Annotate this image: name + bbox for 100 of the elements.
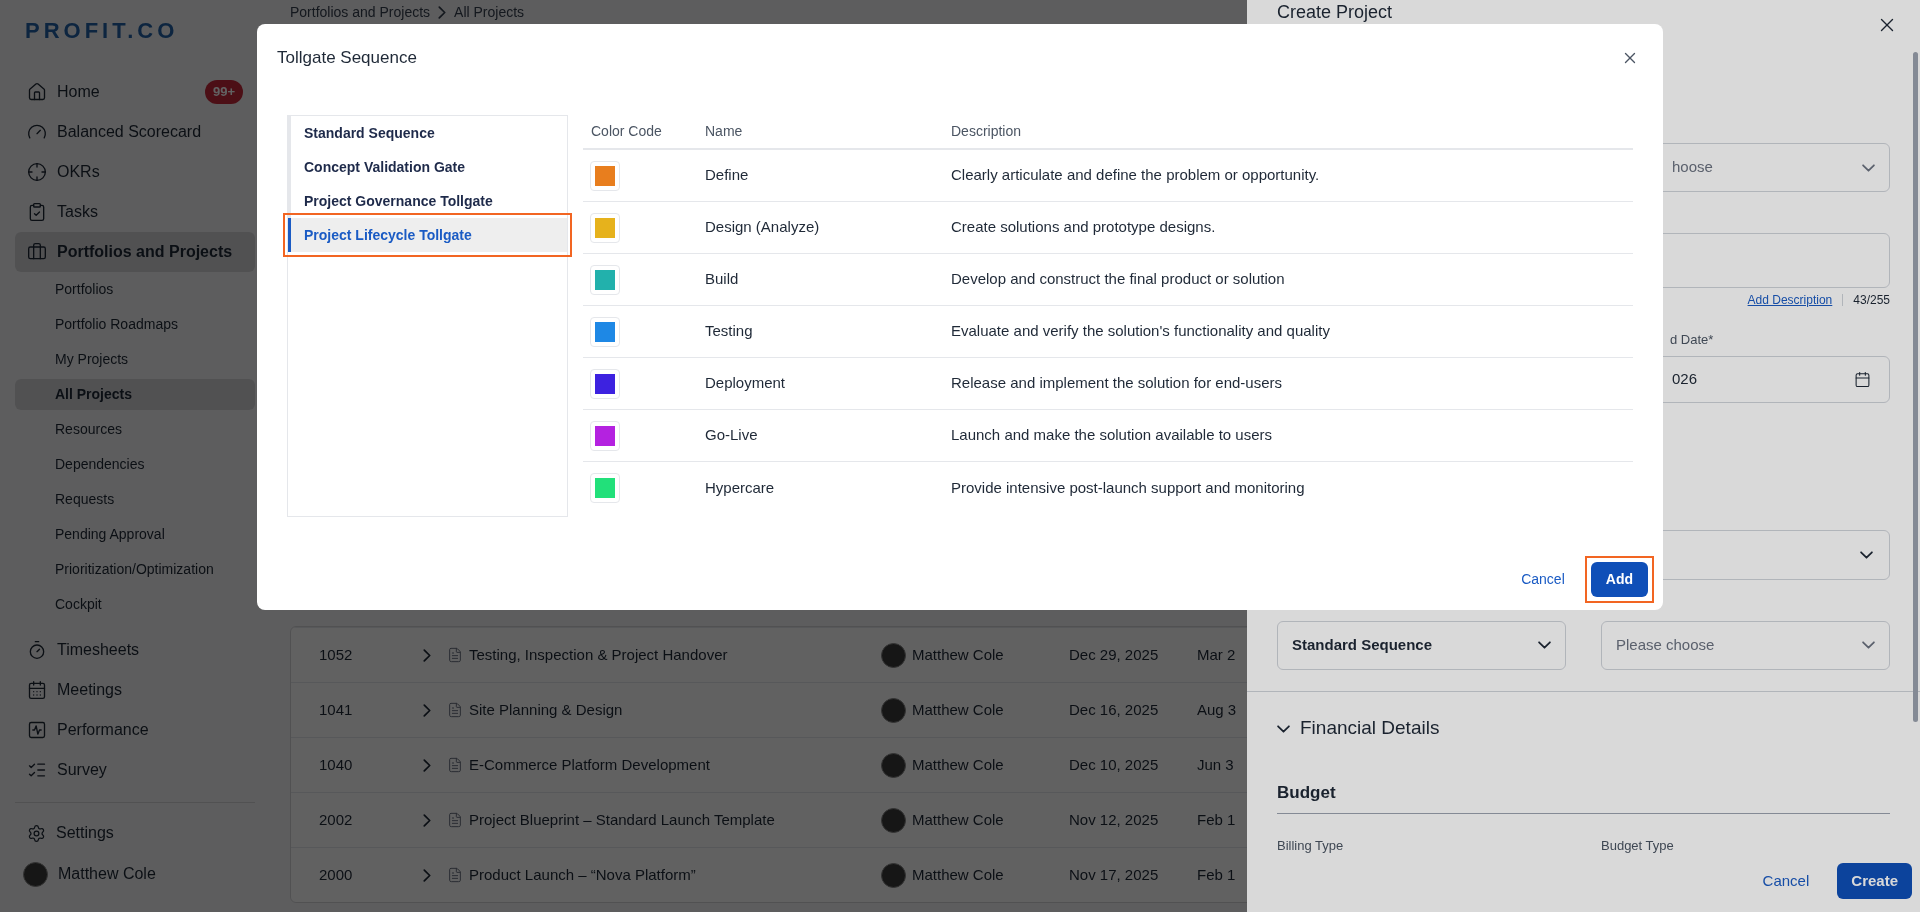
chevron-down-icon	[1538, 641, 1551, 649]
table-cell-text: Feb 1	[1197, 864, 1236, 885]
table-cell-text: Feb 1	[1197, 809, 1236, 830]
avatar	[881, 807, 906, 833]
table-cell-text: 2002	[318, 809, 354, 830]
nav-subitem[interactable]: My Projects	[15, 344, 255, 375]
avatar	[881, 752, 906, 778]
sequence-select[interactable]: Standard Sequence	[1277, 620, 1566, 670]
nav-subitem[interactable]: Prioritization/Optimization	[15, 554, 255, 585]
count-badge: 99+	[204, 80, 243, 104]
table-cell-text: Design (Analyze)	[705, 217, 821, 238]
document-icon	[447, 812, 463, 828]
nav-label: Balanced Scorecard	[57, 122, 202, 142]
column-header: Color Code	[590, 122, 663, 141]
table-cell-text: Develop and construct the final product or solution	[951, 269, 1285, 290]
table-cell-text: Nov 12, 2025	[1069, 809, 1160, 830]
table-cell-text: 1052	[318, 644, 354, 665]
sequence-item[interactable]: Concept Validation Gate	[288, 150, 567, 184]
project-name[interactable]: E-Commerce Platform Development	[469, 753, 710, 777]
chevron-down-icon	[1862, 641, 1875, 649]
add-button[interactable]: Add	[1590, 562, 1648, 597]
sequence-item[interactable]: Standard Sequence	[288, 116, 567, 150]
create-button[interactable]: Create	[1837, 863, 1912, 899]
table-cell-text: Dec 16, 2025	[1069, 699, 1160, 720]
table-cell-text: Matthew Cole	[912, 864, 1004, 885]
nav-item[interactable]: Performance	[15, 710, 255, 750]
table-cell-text: Go-Live	[705, 425, 759, 446]
nav-label: Performance	[57, 720, 149, 740]
table-cell-text: Jun 3	[1197, 754, 1234, 775]
nav-subitem[interactable]: All Projects	[15, 379, 255, 410]
field-label: Budget Type	[1601, 837, 1675, 855]
table-cell-text: Define	[705, 165, 750, 186]
dialog-title: Tollgate Sequence	[277, 47, 417, 70]
nav-label: Settings	[56, 823, 114, 843]
table-cell-text: Clearly articulate and define the problem or opportunity.	[951, 165, 1320, 186]
settings-item[interactable]: Settings	[15, 813, 255, 853]
expand-icon[interactable]	[423, 868, 431, 882]
nav-item[interactable]: Meetings	[15, 670, 255, 710]
table-cell-text: 1041	[318, 699, 354, 720]
table-cell-text: Matthew Cole	[912, 644, 1004, 665]
table-cell-text: Dec 29, 2025	[1069, 644, 1160, 665]
nav-label: Meetings	[57, 680, 122, 700]
project-name[interactable]: Product Launch – “Nova Platform”	[469, 863, 696, 887]
table-cell-text: Matthew Cole	[912, 809, 1004, 830]
table-cell-text: Mar 2	[1197, 644, 1236, 665]
nav-subitem[interactable]: Cockpit	[15, 589, 255, 620]
chevron-down-icon	[1860, 550, 1873, 559]
table-cell-text: Provide intensive post-launch support and monitoring	[951, 477, 1305, 498]
logo: PROFIT.CO	[25, 16, 179, 45]
nav-label: Home	[57, 82, 100, 102]
crosshair-icon	[27, 162, 47, 182]
add-description-link[interactable]: Add Description	[1747, 291, 1833, 309]
avatar	[881, 862, 906, 888]
nav-item[interactable]: Timesheets	[15, 630, 255, 670]
avatar	[881, 642, 906, 668]
project-name[interactable]: Testing, Inspection & Project Handover	[469, 643, 728, 667]
chart-icon	[27, 720, 47, 740]
breadcrumb-link[interactable]: Portfolios and Projects	[290, 1, 431, 23]
document-icon	[447, 867, 463, 883]
section-header[interactable]: Financial Details	[1277, 713, 1890, 744]
column-header: Description	[951, 122, 1022, 141]
briefcase-icon	[27, 242, 47, 262]
table-cell-text: Hypercare	[705, 477, 776, 498]
table-cell-text: Deployment	[705, 373, 787, 394]
column-header: Name	[705, 122, 744, 141]
expand-icon[interactable]	[423, 813, 431, 827]
table-cell-text: Matthew Cole	[912, 754, 1004, 775]
expand-icon[interactable]	[423, 758, 431, 772]
nav-subitem[interactable]: Pending Approval	[15, 519, 255, 550]
nav-subitem[interactable]: Dependencies	[15, 449, 255, 480]
nav-subitem[interactable]: Resources	[15, 414, 255, 445]
nav-item[interactable]: OKRs	[15, 152, 255, 192]
nav-item[interactable]: Tasks	[15, 192, 255, 232]
settings-icon	[27, 823, 46, 843]
nav-subitem[interactable]: Portfolio Roadmaps	[15, 309, 255, 340]
nav-item[interactable]: Survey	[15, 750, 255, 790]
document-icon	[447, 702, 463, 718]
expand-icon[interactable]	[423, 703, 431, 717]
table-cell-text: 1040	[318, 754, 354, 775]
nav-subitem[interactable]: Requests	[15, 484, 255, 515]
breadcrumb-current: All Projects	[454, 2, 525, 22]
project-name[interactable]: Project Blueprint – Standard Launch Template	[469, 808, 775, 832]
cancel-link[interactable]: Cancel	[1762, 869, 1810, 893]
expand-icon[interactable]	[423, 648, 431, 662]
table-cell-text: Launch and make the solution available to users	[951, 425, 1273, 446]
project-name[interactable]: Site Planning & Design	[469, 698, 623, 722]
nav-label: Timesheets	[57, 640, 140, 660]
nav-label: OKRs	[57, 162, 100, 182]
table-cell-text: Aug 3	[1197, 699, 1237, 720]
nav-item[interactable]: Balanced Scorecard	[15, 112, 255, 152]
table-cell-text: Matthew Cole	[912, 699, 1004, 720]
table-cell-text: Evaluate and verify the solution's functionality and quality	[951, 321, 1330, 342]
nav-item[interactable]: Home 99+	[15, 72, 255, 112]
user-name: Matthew Cole	[58, 864, 156, 884]
cancel-link[interactable]: Cancel	[1521, 569, 1565, 590]
chevron-down-icon	[1862, 163, 1875, 172]
nav-item[interactable]: Portfolios and Projects	[15, 232, 255, 272]
select-field[interactable]: Please choose	[1601, 620, 1890, 670]
nav-subitem[interactable]: Portfolios	[15, 274, 255, 305]
table-cell-text: Create solutions and prototype designs.	[951, 217, 1216, 238]
